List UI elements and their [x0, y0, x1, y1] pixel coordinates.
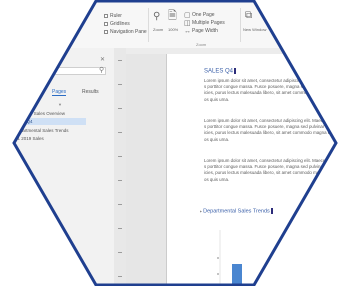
zoom-group-label: Zoom	[196, 42, 207, 47]
tab-pages[interactable]: Pages	[52, 89, 67, 96]
page-width-label[interactable]: Page Width	[192, 28, 218, 34]
zoom-100-label: 100%	[168, 27, 179, 32]
search-input[interactable]	[46, 67, 106, 75]
hexagon-crop: Ruler Gridlines Navigation Pane ⚲ Zoom 🗎…	[14, 0, 336, 286]
section-heading-2[interactable]: ▸ Departmental Sales Trends	[200, 208, 273, 214]
close-icon[interactable]: ✕	[100, 56, 105, 63]
ruler-tick	[118, 204, 122, 205]
screenshot-stage: Ruler Gridlines Navigation Pane ⚲ Zoom 🗎…	[0, 0, 350, 286]
ribbon-divider-2	[240, 8, 241, 42]
ruler-tick	[118, 156, 122, 157]
gridlines-check-label: Gridlines	[110, 21, 130, 27]
nav-heading-item[interactable]: Quarterly Sales Overview	[14, 110, 67, 117]
ruler-tick	[118, 132, 122, 133]
ruler-check-label: Ruler	[110, 13, 122, 19]
chart-tick-dot	[217, 273, 219, 275]
embedded-chart[interactable]	[212, 230, 292, 286]
document-heading[interactable]: SALES Q4	[204, 68, 237, 75]
ruler-checkbox[interactable]	[104, 14, 108, 18]
page-100-icon[interactable]: 🗎	[168, 11, 177, 22]
navigation-pane-checkbox[interactable]	[104, 30, 108, 34]
ruler-tick	[118, 84, 122, 85]
page-width-icon[interactable]: ↔	[184, 27, 191, 37]
body-paragraph-2[interactable]: Lorem ipsum dolor sit amet, consectetur …	[204, 118, 332, 154]
ribbon-divider	[148, 8, 149, 42]
zoom-button-label: Zoom	[153, 27, 164, 32]
ruler-tick	[118, 228, 122, 229]
tab-headings[interactable]: Headings	[22, 89, 43, 95]
multiple-pages-label[interactable]: Multiple Pages	[192, 20, 225, 26]
heading-text: SALES Q4	[204, 68, 234, 75]
ruler-tick	[118, 180, 122, 181]
search-icon[interactable]: ⚲	[99, 66, 104, 74]
ruler-tick	[118, 252, 122, 253]
ribbon-view-tab: Ruler Gridlines Navigation Pane ⚲ Zoom 🗎…	[14, 0, 336, 49]
chart-tick-dot	[217, 257, 219, 259]
nav-heading-item[interactable]: Departmental Sales Trends	[14, 127, 71, 134]
body-paragraph-3[interactable]: Lorem ipsum dolor sit amet, consectetur …	[204, 158, 332, 194]
ruler-tick	[118, 108, 122, 109]
text-cursor	[234, 68, 237, 74]
tab-results[interactable]: Results	[82, 89, 99, 95]
body-paragraph-1[interactable]: Lorem ipsum dolor sit amet, consectetur …	[204, 78, 332, 114]
chart-bar	[232, 264, 242, 286]
nav-heading-item[interactable]: Q1 2019 Sales	[14, 135, 46, 142]
navigation-pane: ✕ ⚲ Headings Pages Results ▼ Quarterly S…	[14, 48, 115, 286]
chevron-down-icon[interactable]: ▼	[58, 102, 62, 107]
navigation-pane-check-label: Navigation Pane	[110, 29, 147, 35]
heading2-text: Departmental Sales Trends	[203, 208, 270, 215]
new-window-label: New Window	[243, 27, 267, 32]
gridlines-checkbox[interactable]	[104, 22, 108, 26]
one-page-label[interactable]: One Page	[192, 12, 215, 18]
ruler-tick	[118, 276, 122, 277]
new-window-icon[interactable]: ⧉	[245, 11, 252, 21]
ruler-tick	[118, 60, 122, 61]
zoom-magnifier-icon[interactable]: ⚲	[153, 12, 160, 22]
nav-heading-item-selected[interactable]: Sales Q4	[14, 118, 86, 125]
text-cursor	[270, 208, 273, 214]
